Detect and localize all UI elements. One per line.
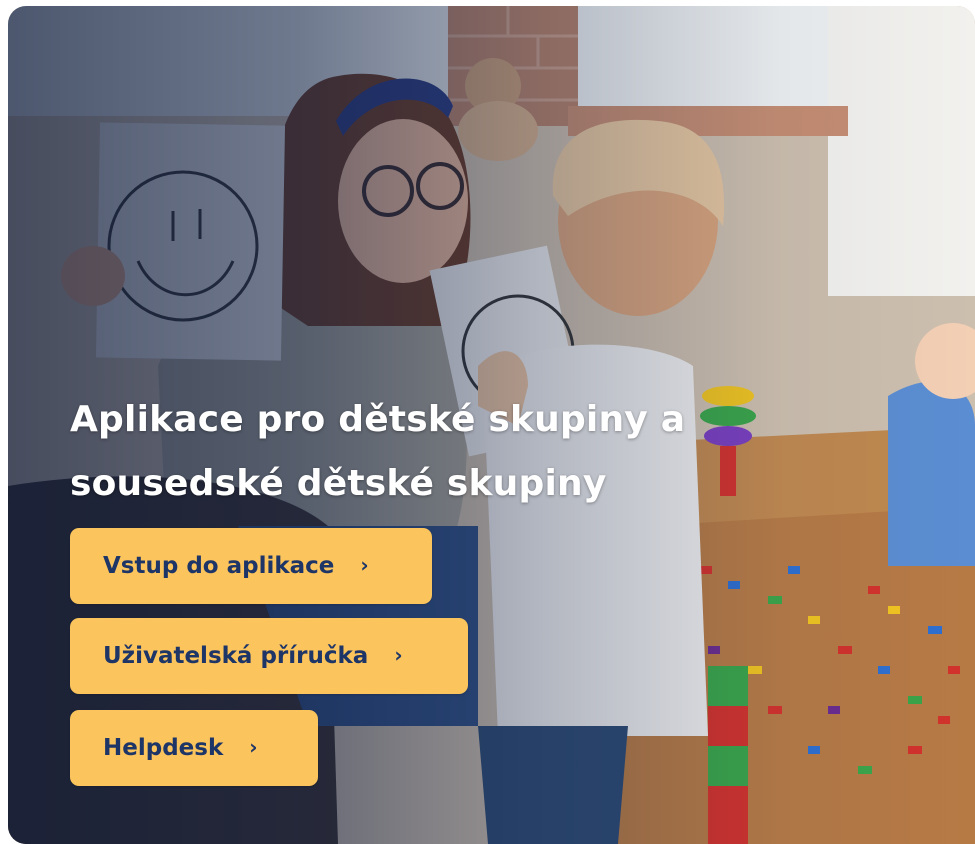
helpdesk-label: Helpdesk — [103, 735, 224, 761]
chevron-right-icon: › — [249, 735, 258, 759]
chevron-right-icon: › — [360, 553, 369, 577]
enter-app-label: Vstup do aplikace — [103, 553, 335, 579]
hero-card: Aplikace pro dětské skupiny a sousedské … — [8, 6, 975, 844]
user-manual-label: Uživatelská příručka — [103, 643, 369, 669]
chevron-right-icon: › — [394, 643, 403, 667]
helpdesk-button[interactable]: Helpdesk › — [70, 710, 318, 786]
hero-title: Aplikace pro dětské skupiny a sousedské … — [70, 399, 686, 504]
enter-app-button[interactable]: Vstup do aplikace › — [70, 528, 432, 604]
user-manual-button[interactable]: Uživatelská příručka › — [70, 618, 468, 694]
